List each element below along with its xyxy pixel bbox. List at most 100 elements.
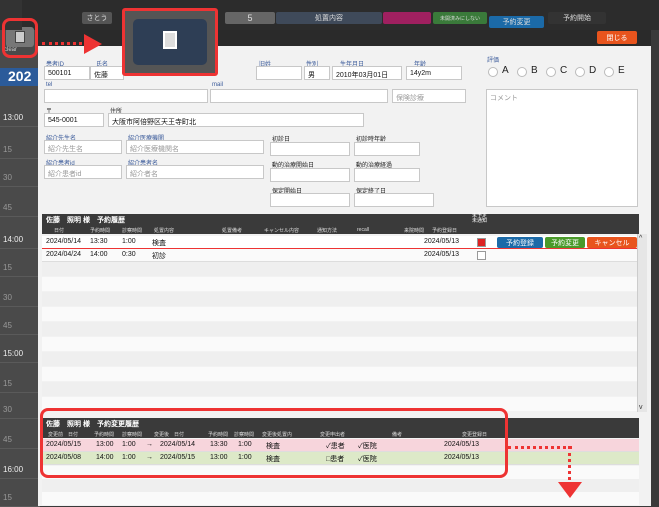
tx-start-field[interactable]	[270, 168, 350, 182]
insurance-field[interactable]: 保険診療	[392, 89, 466, 103]
history-cell-time: 13:30	[90, 238, 108, 245]
eval-label-D: D	[589, 65, 597, 76]
cancel-button[interactable]: キャンセル	[587, 237, 637, 248]
mail-label: mail	[212, 82, 224, 88]
empty-row	[42, 382, 639, 396]
time-label: 45	[3, 203, 12, 212]
comment-field[interactable]: コメント	[486, 89, 638, 207]
empty-row	[42, 307, 639, 321]
highlight-calendar-button	[2, 18, 38, 58]
empty-row	[42, 262, 639, 276]
history-col-header: 通知方法	[317, 228, 338, 234]
empty-row	[42, 337, 639, 351]
reserve-button[interactable]: 予約登録	[497, 237, 543, 248]
empty-row	[42, 352, 639, 366]
empty-row	[42, 367, 639, 381]
history-cell-date: 2024/04/24	[46, 251, 82, 258]
history-cell-date: 2024/05/14	[46, 238, 82, 245]
tab-count[interactable]: 5	[225, 12, 275, 24]
patient-id-field[interactable]: 500101	[44, 66, 90, 80]
unsent-checkbox[interactable]	[477, 251, 486, 260]
unsent-checkbox[interactable]	[477, 238, 486, 247]
eval-label-C: C	[560, 65, 568, 76]
table-row[interactable]: 2024/05/14 13:30 1:00 検査 2024/05/13 予約登録 予約変更キ…	[42, 236, 639, 249]
tab-unsent[interactable]: 未開済みにしない	[433, 12, 487, 24]
time-label: 30	[3, 293, 12, 302]
history-cell-reg: 2024/05/13	[424, 238, 460, 245]
mail-field[interactable]	[210, 89, 388, 103]
change-button[interactable]: 予約変更	[545, 237, 585, 248]
eval-radio-B[interactable]	[517, 67, 527, 77]
time-label: 15:00	[3, 349, 24, 358]
scroll-down-icon[interactable]: v	[639, 404, 643, 411]
close-button[interactable]: 閉じる	[597, 31, 637, 44]
tab-color[interactable]	[383, 12, 431, 24]
first-visit-field[interactable]	[270, 142, 350, 156]
ref-patient-id-field[interactable]: 紹介患者id	[44, 165, 122, 179]
time-gridline	[0, 418, 40, 419]
history-col-header: recall	[357, 227, 369, 233]
time-gridline	[0, 248, 40, 249]
time-column: clear 202 13:00 15 30 45 14:00 15 30 45 15:00 15 3…	[0, 27, 40, 507]
ref-patient-name-field[interactable]: 紹介者名	[126, 165, 264, 179]
history-cell-time: 14:00	[90, 251, 108, 258]
time-gridline	[0, 158, 40, 159]
tab-start[interactable]: 予約開始	[548, 12, 606, 24]
time-gridline	[0, 448, 40, 449]
table-row[interactable]: 2024/04/24 14:00 0:30 初診 2024/05/13	[42, 249, 639, 262]
tab-change[interactable]: 予約変更	[489, 16, 544, 28]
maiden-field[interactable]	[256, 66, 302, 80]
time-label: 15	[3, 493, 12, 502]
tab-name[interactable]: さとう	[82, 12, 112, 24]
time-label: 15	[3, 379, 12, 388]
history-col-header: 処置備考	[222, 228, 243, 234]
ref-inst-field[interactable]: 紹介医療機関名	[126, 140, 264, 154]
time-label: 16:00	[3, 465, 24, 474]
retain-end-field[interactable]	[354, 193, 434, 207]
eval-radio-C[interactable]	[546, 67, 556, 77]
highlight-change-history	[40, 408, 508, 478]
birth-field[interactable]: 2010年03月01日	[332, 66, 402, 80]
ref-doctor-field[interactable]: 紹介先生名	[44, 140, 122, 154]
arrow-line-1	[42, 42, 88, 45]
arrow-line-3	[568, 446, 571, 486]
eval-radio-D[interactable]	[575, 67, 585, 77]
history-col-header: 来院時間	[404, 228, 425, 234]
tx-elapsed-field[interactable]	[354, 168, 420, 182]
zip-field[interactable]: 545-0001	[44, 113, 104, 127]
history-scrollbar[interactable]: ^ v	[637, 234, 647, 412]
history-cell-dur: 0:30	[122, 251, 136, 258]
time-gridline	[0, 216, 40, 217]
sex-field[interactable]: 男	[304, 66, 330, 80]
tab-procedure[interactable]: 処置内容	[276, 12, 382, 24]
history-col-header: 診察時間	[122, 228, 143, 234]
eval-radio-A[interactable]	[488, 67, 498, 77]
arrow-head-2	[558, 482, 582, 498]
age-field[interactable]: 14y2m	[406, 66, 462, 80]
tel-field[interactable]	[44, 89, 208, 103]
year-badge: 202	[0, 68, 40, 86]
eval-label-B: B	[531, 65, 538, 76]
scroll-up-icon[interactable]: ^	[639, 235, 642, 242]
arrow-line-2	[508, 446, 572, 449]
calendar-icon-zoom	[163, 31, 177, 49]
history-col-header: 予約登録日	[432, 228, 458, 234]
address-field[interactable]: 大阪市阿倍野区天王寺町北	[108, 113, 364, 127]
history-title: 佐藤 照明 様 予約履歴	[46, 217, 125, 224]
time-gridline	[0, 126, 40, 127]
time-gridline	[0, 276, 40, 277]
tel-label: tel	[46, 82, 53, 88]
eval-label-A: A	[502, 65, 509, 76]
time-label: 30	[3, 173, 12, 182]
history-col-header: 予約時間	[90, 228, 111, 234]
history-cell-proc: 初診	[152, 253, 166, 260]
arrow-head-1	[84, 34, 102, 54]
empty-row	[42, 277, 639, 291]
retain-start-field[interactable]	[270, 193, 350, 207]
time-label: 15	[3, 145, 12, 154]
time-label: 15	[3, 263, 12, 272]
name-field[interactable]: 佐藤	[90, 66, 124, 80]
first-visit-age-field[interactable]	[354, 142, 420, 156]
zoom-callout	[122, 8, 218, 76]
eval-radio-E[interactable]	[604, 67, 614, 77]
